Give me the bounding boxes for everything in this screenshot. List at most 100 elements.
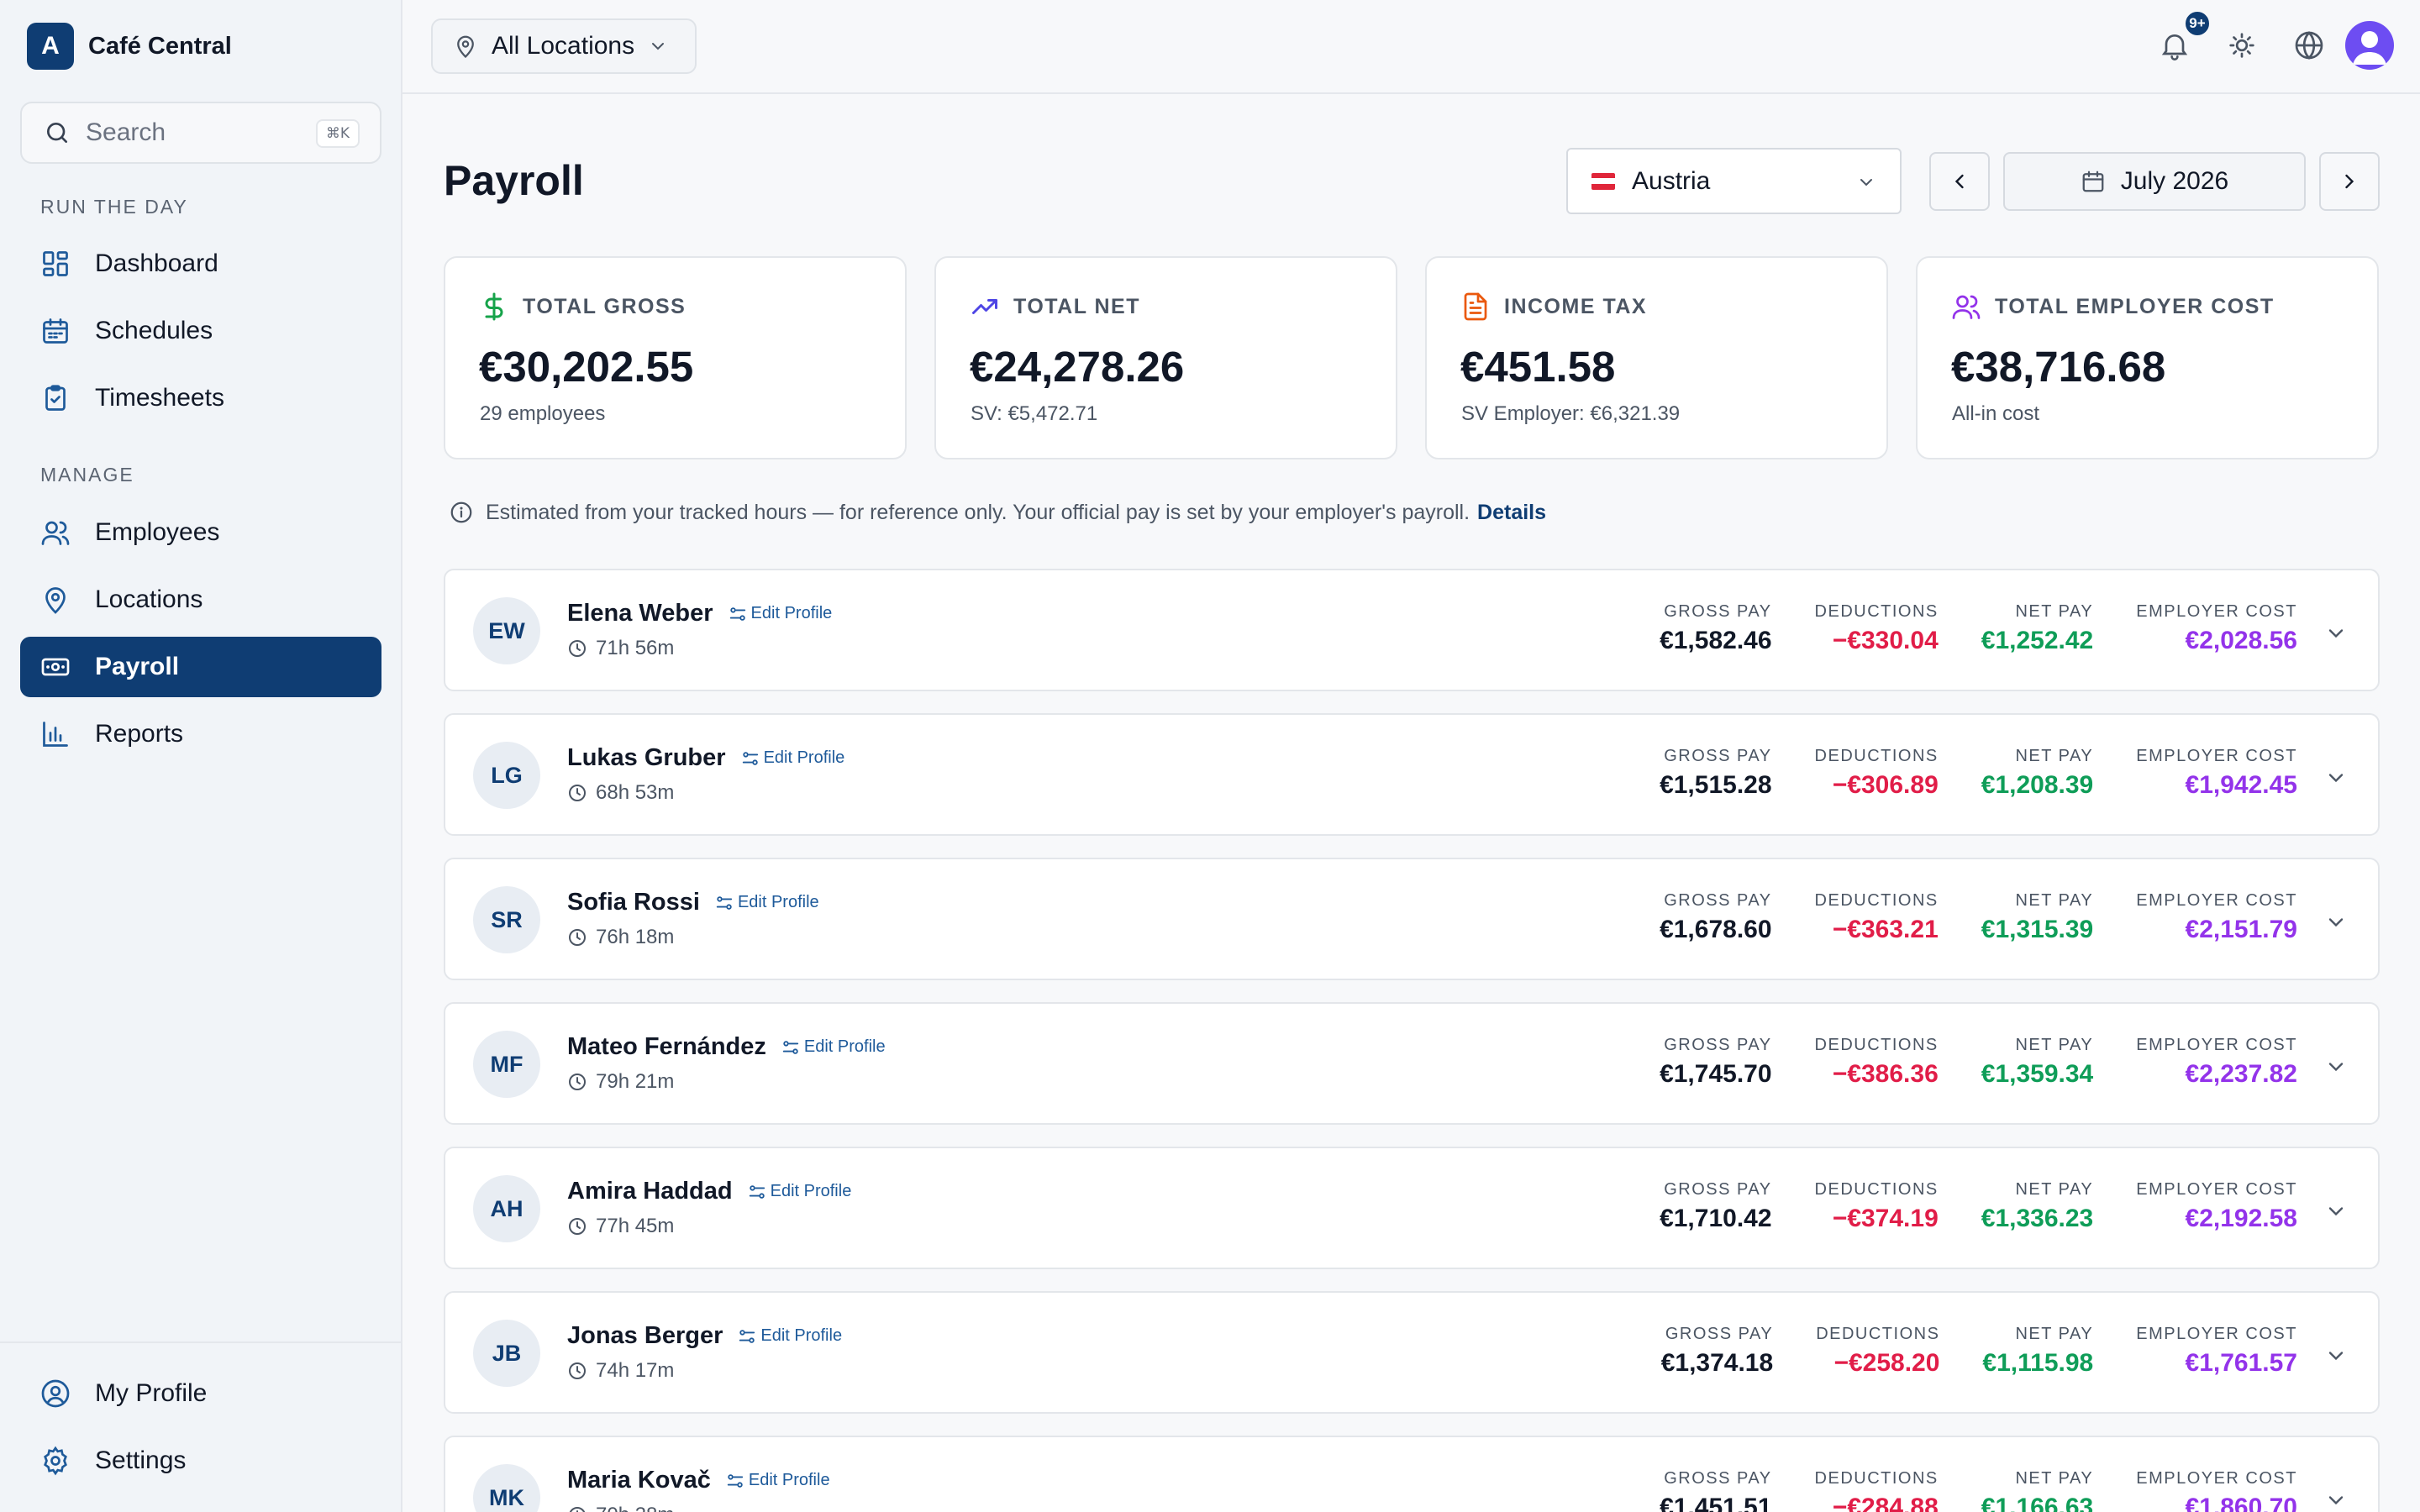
edit-profile-link[interactable]: Edit Profile: [715, 893, 819, 912]
stat-card-income-tax: INCOME TAX €451.58 SV Employer: €6,321.3…: [1425, 256, 1888, 459]
edit-profile-link[interactable]: Edit Profile: [726, 1471, 830, 1490]
metric-value: €1,208.39: [1981, 771, 2094, 799]
metric-employer-cost: EMPLOYER COST €2,237.82: [2136, 1036, 2297, 1089]
globe-icon[interactable]: [2292, 29, 2326, 62]
month-picker-button[interactable]: July 2026: [2003, 152, 2306, 211]
edit-profile-link[interactable]: Edit Profile: [748, 1182, 851, 1201]
sidebar-item-reports[interactable]: Reports: [20, 704, 381, 764]
brand[interactable]: A Café Central: [27, 23, 232, 70]
metric-label: DEDUCTIONS: [1814, 1036, 1939, 1054]
topbar: All Locations: [402, 0, 2420, 94]
details-link[interactable]: Details: [1477, 501, 1546, 525]
metric-value: €1,860.70: [2185, 1494, 2297, 1512]
metric-label: DEDUCTIONS: [1814, 1469, 1939, 1488]
metric-label: GROSS PAY: [1664, 1180, 1772, 1199]
employee-row[interactable]: MF Mateo Fernández Edit Profile 79h 21m …: [444, 1002, 2380, 1125]
metric-label: NET PAY: [2015, 1036, 2094, 1054]
stat-card-total-employer-cost: TOTAL EMPLOYER COST €38,716.68 All-in co…: [1916, 256, 2379, 459]
expand-chevron-icon[interactable]: [2324, 911, 2348, 934]
sidebar-item-label: Reports: [95, 720, 184, 748]
calendar-icon: [2081, 169, 2106, 194]
previous-month-button[interactable]: [1929, 152, 1990, 211]
metric-gross-pay: GROSS PAY €1,451.51: [1660, 1469, 1771, 1512]
employee-row[interactable]: JB Jonas Berger Edit Profile 74h 17m GRO…: [444, 1291, 2380, 1414]
next-month-button[interactable]: [2319, 152, 2380, 211]
expand-chevron-icon[interactable]: [2324, 766, 2348, 790]
employee-name: Sofia Rossi: [567, 889, 700, 916]
expand-chevron-icon[interactable]: [2324, 1344, 2348, 1368]
edit-profile-link[interactable]: Edit Profile: [781, 1037, 886, 1057]
metric-deductions: DEDUCTIONS −€386.36: [1815, 1036, 1939, 1089]
clock-icon: [567, 1216, 587, 1236]
metric-value: €1,582.46: [1660, 627, 1772, 654]
stat-value: €451.58: [1460, 343, 1616, 391]
metric-value: €1,710.42: [1660, 1205, 1772, 1232]
sidebar-item-locations[interactable]: Locations: [20, 570, 381, 630]
employee-avatar: MK: [473, 1464, 540, 1512]
metric-label: DEDUCTIONS: [1816, 1325, 1940, 1343]
edit-profile-link[interactable]: Edit Profile: [738, 1326, 842, 1346]
month-picker-value: July 2026: [2120, 167, 2229, 195]
metric-value: €1,451.51: [1660, 1494, 1772, 1512]
sidebar-item-my-profile[interactable]: My Profile: [20, 1363, 381, 1424]
metric-gross-pay: GROSS PAY €1,710.42: [1660, 1180, 1771, 1233]
metric-net-pay: NET PAY €1,315.39: [1981, 891, 2093, 944]
metric-value: €2,237.82: [2185, 1060, 2297, 1088]
sidebar-item-dashboard[interactable]: Dashboard: [20, 234, 381, 294]
stat-label: TOTAL EMPLOYER COST: [1995, 294, 2275, 318]
user-circle-icon: [40, 1378, 71, 1409]
edit-profile-link[interactable]: Edit Profile: [729, 604, 832, 623]
user-avatar[interactable]: [2345, 21, 2394, 70]
metric-net-pay: NET PAY €1,252.42: [1981, 602, 2093, 655]
notification-badge: 9+: [2183, 9, 2212, 38]
location-select[interactable]: All Locations: [431, 18, 697, 74]
expand-chevron-icon[interactable]: [2324, 1200, 2348, 1223]
chevron-right-icon: [2338, 170, 2361, 193]
sidebar-item-schedules[interactable]: Schedules: [20, 301, 381, 361]
metric-value: €1,336.23: [1981, 1205, 2094, 1232]
stat-subtext: 29 employees: [480, 402, 606, 425]
metric-net-pay: NET PAY €1,336.23: [1981, 1180, 2093, 1233]
employee-hours: 70h 38m: [596, 1504, 674, 1512]
sun-icon[interactable]: [2225, 29, 2259, 62]
employee-row[interactable]: SR Sofia Rossi Edit Profile 76h 18m GROS…: [444, 858, 2380, 980]
clock-icon: [567, 783, 587, 803]
sidebar-item-employees[interactable]: Employees: [20, 502, 381, 563]
dashboard-icon: [40, 249, 71, 279]
employee-row[interactable]: LG Lukas Gruber Edit Profile 68h 53m GRO…: [444, 713, 2380, 836]
calendar-icon: [40, 316, 71, 346]
stat-label: TOTAL NET: [1013, 294, 1140, 318]
employee-row[interactable]: EW Elena Weber Edit Profile 71h 56m GROS…: [444, 569, 2380, 691]
edit-profile-link[interactable]: Edit Profile: [741, 748, 845, 768]
metric-value: €1,374.18: [1660, 1349, 1774, 1377]
estimate-notice: Estimated from your tracked hours — for …: [449, 500, 1546, 525]
country-select[interactable]: Austria: [1566, 148, 1902, 214]
metric-deductions: DEDUCTIONS −€330.04: [1815, 602, 1939, 655]
employee-row[interactable]: MK Maria Kovač Edit Profile 70h 38m GROS…: [444, 1436, 2380, 1512]
sidebar-item-settings[interactable]: Settings: [20, 1431, 381, 1491]
metric-gross-pay: GROSS PAY €1,582.46: [1660, 602, 1771, 655]
sidebar-item-payroll[interactable]: Payroll: [20, 637, 381, 697]
metric-deductions: DEDUCTIONS −€363.21: [1815, 891, 1939, 944]
metric-value: −€386.36: [1832, 1060, 1939, 1088]
employee-avatar: LG: [473, 742, 540, 809]
stat-value: €38,716.68: [1951, 343, 2166, 391]
search-icon: [44, 119, 71, 146]
metric-value: −€258.20: [1833, 1349, 1940, 1377]
search-shortcut: ⌘K: [315, 119, 360, 148]
edit-profile-label: Edit Profile: [748, 1471, 830, 1489]
employee-hours: 68h 53m: [596, 781, 675, 804]
dollar-icon: [479, 291, 509, 322]
employee-avatar: EW: [473, 597, 540, 664]
sidebar-item-label: Payroll: [95, 653, 180, 680]
expand-chevron-icon[interactable]: [2324, 1055, 2348, 1079]
search-input[interactable]: Search ⌘K: [20, 102, 381, 164]
sidebar-item-timesheets[interactable]: Timesheets: [20, 368, 381, 428]
employee-row[interactable]: AH Amira Haddad Edit Profile 77h 45m GRO…: [444, 1147, 2380, 1269]
metric-employer-cost: EMPLOYER COST €2,151.79: [2136, 891, 2297, 944]
clock-icon: [567, 638, 587, 659]
expand-chevron-icon[interactable]: [2324, 1488, 2348, 1512]
sidebar-divider: [0, 1341, 402, 1343]
expand-chevron-icon[interactable]: [2324, 622, 2348, 645]
edit-profile-label: Edit Profile: [763, 748, 845, 767]
